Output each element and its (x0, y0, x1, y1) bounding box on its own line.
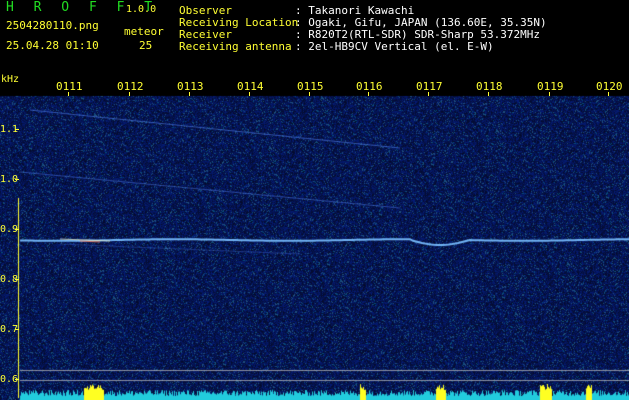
x-label-0112: 0112 (117, 80, 144, 93)
x-tick (68, 92, 69, 96)
y-tick (15, 329, 19, 330)
x-tick (129, 92, 130, 96)
x-label-0118: 0118 (476, 80, 503, 93)
y-tick (15, 129, 19, 130)
x-tick (428, 92, 429, 96)
antenna-value: : 2el-HB9CV Vertical (el. E-W) (295, 40, 494, 53)
x-tick (488, 92, 489, 96)
y-tick (15, 279, 19, 280)
x-label-0115: 0115 (297, 80, 324, 93)
header-panel: H R O F F T 1.0.0 2504280110.png 25.04.2… (0, 0, 629, 74)
x-label-0120: 0120 (596, 80, 623, 93)
x-tick (189, 92, 190, 96)
x-tick (608, 92, 609, 96)
x-label-0114: 0114 (237, 80, 264, 93)
x-tick (368, 92, 369, 96)
y-tick (15, 379, 19, 380)
x-label-0119: 0119 (537, 80, 564, 93)
x-tick (309, 92, 310, 96)
meteor-label: meteor (124, 25, 164, 38)
x-tick (549, 92, 550, 96)
app-version: 1.0.0 (126, 4, 157, 15)
x-tick (249, 92, 250, 96)
y-tick (15, 179, 19, 180)
file-name: 2504280110.png (6, 19, 99, 32)
x-label-0116: 0116 (356, 80, 383, 93)
y-tick (15, 229, 19, 230)
antenna-label: Receiving antenna (179, 40, 292, 53)
file-datetime: 25.04.28 01:10 (6, 39, 99, 52)
axis-unit-label: kHz (1, 74, 20, 85)
x-label-0113: 0113 (177, 80, 204, 93)
x-label-0117: 0117 (416, 80, 443, 93)
spectrogram-canvas (0, 74, 629, 400)
x-label-0111: 0111 (56, 80, 83, 93)
meteor-count: 25 (139, 39, 153, 52)
